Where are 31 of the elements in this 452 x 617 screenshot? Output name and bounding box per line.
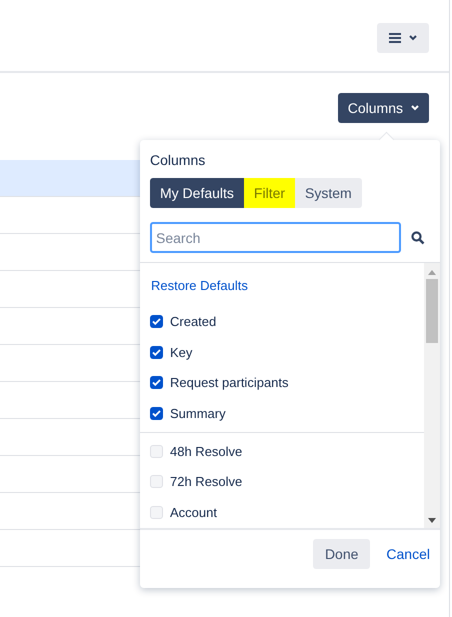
chevron-down-icon <box>409 35 417 41</box>
tab[interactable]: My Defaults <box>150 178 244 208</box>
checkbox[interactable] <box>150 506 163 520</box>
checkbox[interactable] <box>150 475 163 488</box>
cancel-link[interactable]: Cancel <box>386 539 430 569</box>
column-label: Key <box>170 344 192 360</box>
checkbox[interactable] <box>150 444 163 458</box>
checkbox[interactable] <box>150 346 163 359</box>
tab[interactable]: System <box>295 178 362 208</box>
chevron-down-icon <box>411 105 419 111</box>
column-label: Account <box>170 505 217 520</box>
menu-button[interactable] <box>377 23 429 53</box>
column-label: Request participants <box>170 375 289 390</box>
scrollbar[interactable] <box>424 263 440 528</box>
column-label: 72h Resolve <box>170 474 242 490</box>
checkbox[interactable] <box>150 314 163 328</box>
search-field[interactable]: Search <box>150 222 401 253</box>
column-label: 48h Resolve <box>170 444 242 459</box>
checkbox[interactable] <box>150 376 163 390</box>
scrollbar-thumb[interactable] <box>426 279 438 343</box>
restore-defaults-link[interactable]: Restore Defaults <box>140 263 424 306</box>
checkbox[interactable] <box>150 407 163 420</box>
search-icon[interactable] <box>411 230 425 244</box>
column-label: Created <box>170 314 216 329</box>
columns-button[interactable]: Columns <box>338 93 429 123</box>
menu-icon <box>389 33 401 43</box>
scroll-down-icon[interactable] <box>428 518 436 523</box>
tab[interactable]: Filter <box>244 178 296 208</box>
column-label: Summary <box>170 406 226 422</box>
panel-title: Columns <box>149 151 206 168</box>
done-button[interactable]: Done <box>312 539 370 569</box>
